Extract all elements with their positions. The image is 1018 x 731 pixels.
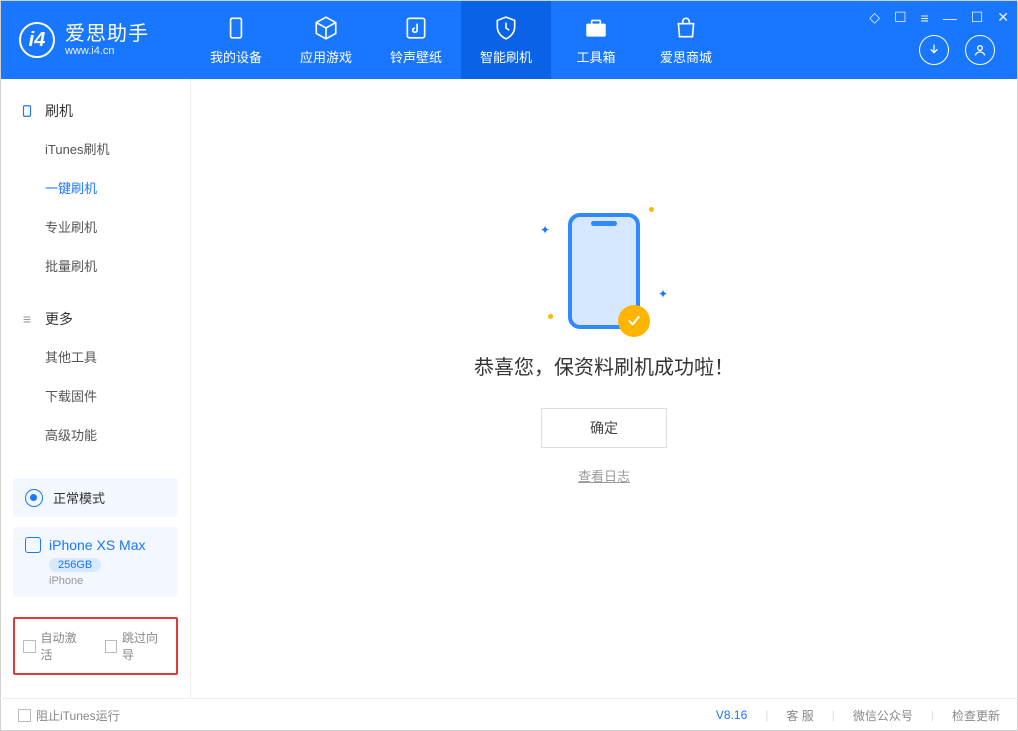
footer: 阻止iTunes运行 V8.16 | 客 服 | 微信公众号 | 检查更新: [0, 698, 1018, 731]
tab-flash[interactable]: 智能刷机: [461, 1, 551, 79]
tab-label: 铃声壁纸: [390, 47, 442, 66]
app-logo-icon: i4: [19, 22, 55, 58]
checkbox-label: 自动激活: [41, 629, 87, 663]
sidebar-item-itunes-flash[interactable]: iTunes刷机: [1, 129, 190, 168]
device-mode-row[interactable]: 正常模式: [13, 478, 178, 517]
app-title: 爱思助手: [65, 23, 149, 45]
device-mode-label: 正常模式: [53, 488, 105, 507]
success-message: 恭喜您，保资料刷机成功啦！: [474, 351, 734, 380]
sidebar: 刷机 iTunes刷机 一键刷机 专业刷机 批量刷机 ≡ 更多 其他工具 下载固…: [1, 79, 191, 699]
support-link[interactable]: 客 服: [786, 707, 813, 724]
tab-label: 应用游戏: [300, 47, 352, 66]
skin-icon[interactable]: ◇: [869, 9, 880, 26]
wechat-link[interactable]: 微信公众号: [853, 707, 913, 724]
check-badge-icon: [618, 305, 650, 337]
tab-apps[interactable]: 应用游戏: [281, 1, 371, 79]
sidebar-item-advanced[interactable]: 高级功能: [1, 415, 190, 454]
dot-icon: [649, 207, 654, 212]
device-icon: [222, 14, 250, 42]
menu-icon: ≡: [19, 311, 35, 327]
user-button[interactable]: [965, 35, 995, 65]
bag-icon: [672, 14, 700, 42]
sidebar-item-oneclick-flash[interactable]: 一键刷机: [1, 168, 190, 207]
checkbox-label: 阻止iTunes运行: [36, 707, 120, 724]
phone-icon: [25, 537, 41, 553]
logo-text: 爱思助手 www.i4.cn: [65, 23, 149, 57]
tab-my-device[interactable]: 我的设备: [191, 1, 281, 79]
header: i4 爱思助手 www.i4.cn 我的设备 应用游戏 铃声壁纸 智能刷机 工具…: [1, 1, 1017, 79]
tab-label: 我的设备: [210, 47, 262, 66]
sidebar-item-other-tools[interactable]: 其他工具: [1, 337, 190, 376]
checkbox-icon: [23, 640, 36, 653]
sidebar-header-more[interactable]: ≡ 更多: [1, 301, 190, 337]
tab-ringtones[interactable]: 铃声壁纸: [371, 1, 461, 79]
sidebar-section-flash: 刷机 iTunes刷机 一键刷机 专业刷机 批量刷机: [1, 93, 190, 285]
menu-icon[interactable]: ≡: [921, 10, 929, 26]
sidebar-item-download-firmware[interactable]: 下载固件: [1, 376, 190, 415]
sidebar-section-more: ≡ 更多 其他工具 下载固件 高级功能: [1, 301, 190, 454]
device-capacity: 256GB: [49, 558, 101, 572]
bottom-checks-highlight: 自动激活 跳过向导: [13, 617, 178, 675]
maximize-icon[interactable]: ☐: [971, 9, 984, 26]
mode-icon: [25, 489, 43, 507]
checkbox-auto-activate[interactable]: 自动激活: [23, 629, 87, 663]
tab-label: 工具箱: [576, 47, 615, 66]
success-illustration: ✦ ✦: [568, 213, 640, 329]
tab-label: 智能刷机: [480, 47, 532, 66]
shield-icon: [492, 14, 520, 42]
version-label[interactable]: V8.16: [716, 708, 747, 722]
device-type: iPhone: [49, 575, 166, 587]
device-info-row[interactable]: iPhone XS Max 256GB iPhone: [13, 527, 178, 597]
separator: |: [832, 708, 835, 722]
logo-area[interactable]: i4 爱思助手 www.i4.cn: [1, 22, 191, 58]
minimize-icon[interactable]: —: [943, 10, 957, 26]
toolbox-icon: [582, 14, 610, 42]
phone-notch: [591, 221, 617, 226]
window-controls: ◇ ☐ ≡ — ☐ ✕: [869, 9, 1009, 26]
checkbox-label: 跳过向导: [122, 629, 168, 663]
sidebar-item-pro-flash[interactable]: 专业刷机: [1, 207, 190, 246]
sidebar-item-batch-flash[interactable]: 批量刷机: [1, 246, 190, 285]
device-name-label: iPhone XS Max: [49, 537, 146, 553]
nav-tabs: 我的设备 应用游戏 铃声壁纸 智能刷机 工具箱 爱思商城: [191, 1, 731, 79]
separator: |: [931, 708, 934, 722]
spark-icon: ✦: [658, 287, 668, 301]
spark-icon: ✦: [540, 223, 550, 237]
main-content: ✦ ✦ 恭喜您，保资料刷机成功啦！ 确定 查看日志: [191, 79, 1017, 699]
sidebar-header-flash[interactable]: 刷机: [1, 93, 190, 129]
checkbox-icon: [18, 709, 31, 722]
tab-store[interactable]: 爱思商城: [641, 1, 731, 79]
checkbox-icon: [105, 640, 118, 653]
checkbox-skip-guide[interactable]: 跳过向导: [105, 629, 169, 663]
tab-label: 爱思商城: [660, 47, 712, 66]
feedback-icon[interactable]: ☐: [894, 9, 907, 26]
separator: |: [765, 708, 768, 722]
music-icon: [402, 14, 430, 42]
device-panel: 正常模式 iPhone XS Max 256GB iPhone: [13, 478, 178, 597]
download-button[interactable]: [919, 35, 949, 65]
phone-icon: [19, 103, 35, 119]
checkbox-block-itunes[interactable]: 阻止iTunes运行: [18, 707, 120, 724]
header-right-buttons: [919, 35, 995, 65]
dot-icon: [548, 314, 553, 319]
ok-button[interactable]: 确定: [541, 408, 667, 448]
check-update-link[interactable]: 检查更新: [952, 707, 1000, 724]
view-log-link[interactable]: 查看日志: [578, 466, 630, 485]
app-subtitle: www.i4.cn: [65, 45, 149, 57]
footer-right: V8.16 | 客 服 | 微信公众号 | 检查更新: [716, 707, 1000, 724]
close-icon[interactable]: ✕: [997, 9, 1009, 26]
cube-icon: [312, 14, 340, 42]
tab-toolbox[interactable]: 工具箱: [551, 1, 641, 79]
device-name: iPhone XS Max: [25, 537, 166, 553]
sidebar-header-label: 更多: [45, 309, 73, 329]
sidebar-header-label: 刷机: [45, 101, 73, 121]
body: 刷机 iTunes刷机 一键刷机 专业刷机 批量刷机 ≡ 更多 其他工具 下载固…: [1, 79, 1017, 699]
